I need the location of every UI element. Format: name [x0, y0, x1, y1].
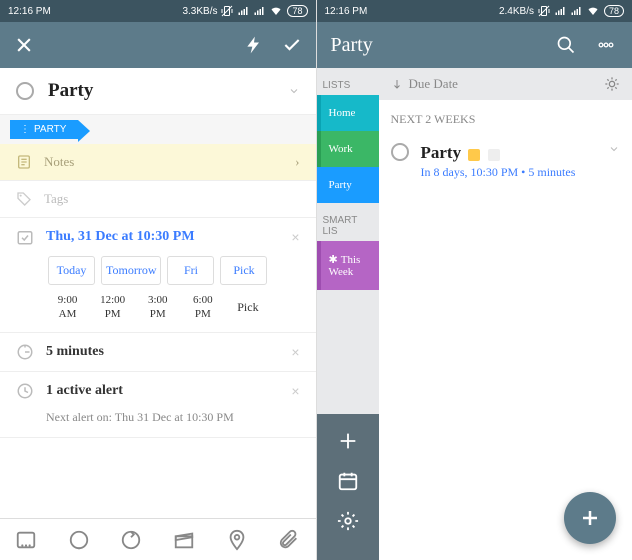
- clear-duration-button[interactable]: ×: [291, 344, 299, 360]
- right-phone: 12:16 PM 2.4KB/s 78 Party LISTS Home Wor…: [317, 0, 632, 560]
- time-12pm[interactable]: 12:00PM: [93, 293, 132, 322]
- clock-icon[interactable]: [68, 529, 90, 551]
- search-icon[interactable]: [556, 35, 576, 55]
- left-phone: 12:16 PM 3.3KB/s 78 Party ⋮PARTY Notes ›…: [0, 0, 317, 560]
- status-net: 2.4KB/s: [499, 6, 534, 17]
- location-icon[interactable]: [226, 529, 248, 551]
- sidebar-heading-lists: LISTS: [317, 76, 379, 95]
- vibrate-icon: [538, 5, 550, 17]
- chevron-down-icon: [288, 85, 300, 97]
- alert-subtitle: Next alert on: Thu 31 Dec at 10:30 PM: [0, 410, 316, 437]
- chevron-right-icon: ›: [295, 154, 299, 170]
- status-time: 12:16 PM: [8, 6, 51, 17]
- status-bar: 12:16 PM 3.3KB/s 78: [0, 0, 316, 22]
- duration-badge-icon: [488, 149, 500, 161]
- clock-icon: [16, 382, 34, 400]
- alert-row[interactable]: 1 active alert ×: [0, 372, 316, 410]
- battery-icon: 78: [287, 5, 307, 17]
- add-task-fab[interactable]: [564, 492, 616, 544]
- signal-icon: [570, 5, 582, 17]
- wifi-icon: [586, 5, 600, 17]
- reminder-badge-icon: [468, 149, 480, 161]
- header: [0, 22, 316, 68]
- list-tab[interactable]: ⋮PARTY: [10, 120, 78, 139]
- due-row[interactable]: Thu, 31 Dec at 10:30 PM ×: [0, 218, 316, 256]
- plus-icon: [578, 506, 602, 530]
- attachment-icon[interactable]: [278, 529, 300, 551]
- bolt-icon[interactable]: [244, 35, 264, 55]
- status-bar: 12:16 PM 2.4KB/s 78: [317, 0, 632, 22]
- clear-due-button[interactable]: ×: [291, 229, 299, 245]
- battery-icon: 78: [604, 5, 624, 17]
- sun-icon[interactable]: [604, 76, 620, 92]
- alert-title: 1 active alert: [46, 383, 123, 399]
- signal-icon: [554, 5, 566, 17]
- tags-row[interactable]: Tags: [0, 181, 316, 218]
- today-button[interactable]: Today: [48, 256, 95, 285]
- header: Party: [317, 22, 632, 68]
- clapper-icon[interactable]: [173, 529, 195, 551]
- due-value: Thu, 31 Dec at 10:30 PM: [46, 229, 195, 245]
- item-subtitle: In 8 days, 10:30 PM • 5 minutes: [421, 165, 597, 180]
- chevron-down-icon: [608, 143, 620, 155]
- calendar-icon[interactable]: [337, 470, 359, 492]
- time-6pm[interactable]: 6:00PM: [183, 293, 222, 322]
- item-title: Party: [421, 143, 462, 163]
- list-item[interactable]: Party In 8 days, 10:30 PM • 5 minutes: [379, 133, 632, 190]
- sidebar-heading-smart: SMART LIS: [317, 211, 379, 241]
- sidebar-item-home[interactable]: Home: [317, 95, 379, 131]
- sort-arrow-icon: [391, 78, 403, 90]
- time-3pm[interactable]: 3:00PM: [138, 293, 177, 322]
- more-icon[interactable]: [594, 35, 618, 55]
- group-header: NEXT 2 WEEKS: [379, 100, 632, 133]
- clear-alert-button[interactable]: ×: [291, 383, 299, 399]
- add-list-icon[interactable]: [337, 430, 359, 452]
- header-title: Party: [331, 34, 373, 57]
- complete-circle[interactable]: [391, 143, 409, 161]
- content: Due Date NEXT 2 WEEKS Party In 8 days, 1…: [379, 68, 632, 560]
- sidebar: LISTS Home Work Party SMART LIS ✱This We…: [317, 68, 379, 560]
- settings-icon[interactable]: [337, 510, 359, 532]
- vibrate-icon: [221, 5, 233, 17]
- pick-time-button[interactable]: Pick: [228, 300, 267, 315]
- duration-value: 5 minutes: [46, 344, 104, 360]
- wifi-icon: [269, 5, 283, 17]
- sidebar-item-party[interactable]: Party: [317, 167, 379, 203]
- fri-button[interactable]: Fri: [167, 256, 214, 285]
- notes-row[interactable]: Notes ›: [0, 144, 316, 181]
- tomorrow-button[interactable]: Tomorrow: [101, 256, 161, 285]
- duration-icon: [16, 343, 34, 361]
- repeat-icon[interactable]: [120, 529, 142, 551]
- sort-label: Due Date: [409, 76, 458, 92]
- tag-icon: [16, 191, 32, 207]
- close-icon[interactable]: [14, 35, 34, 55]
- task-title-row[interactable]: Party: [0, 68, 316, 115]
- sidebar-item-work[interactable]: Work: [317, 131, 379, 167]
- duration-row[interactable]: 5 minutes ×: [0, 333, 316, 371]
- subtasks-icon[interactable]: [15, 529, 37, 551]
- complete-circle[interactable]: [16, 82, 34, 100]
- bottom-toolbar: [0, 518, 316, 560]
- time-9am[interactable]: 9:00AM: [48, 293, 87, 322]
- status-net: 3.3KB/s: [182, 6, 217, 17]
- signal-icon: [237, 5, 249, 17]
- notes-icon: [16, 154, 32, 170]
- notes-label: Notes: [44, 154, 74, 170]
- pick-date-button[interactable]: Pick: [220, 256, 267, 285]
- check-icon[interactable]: [282, 35, 302, 55]
- tags-label: Tags: [44, 191, 68, 207]
- calendar-check-icon: [16, 228, 34, 246]
- task-title: Party: [48, 80, 274, 102]
- status-time: 12:16 PM: [325, 6, 368, 17]
- sidebar-item-thisweek[interactable]: ✱This Week: [317, 241, 379, 290]
- signal-icon: [253, 5, 265, 17]
- sort-bar[interactable]: Due Date: [379, 68, 632, 100]
